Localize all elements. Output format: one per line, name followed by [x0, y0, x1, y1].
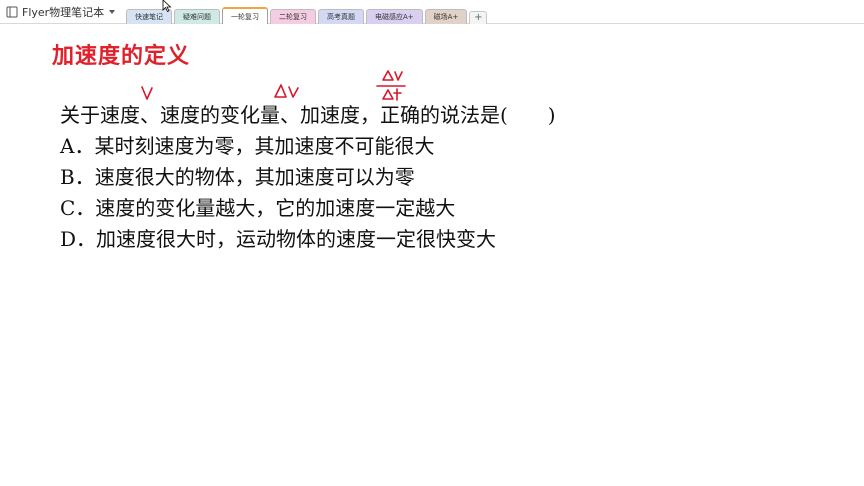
notebook-name: Flyer物理笔记本 — [22, 6, 105, 19]
tab-magnetic-field[interactable]: 磁场A+ — [424, 9, 468, 24]
tab-difficult-questions[interactable]: 疑难问题 — [174, 9, 220, 24]
question-stem: 关于速度、速度的变化量、加速度，正确的说法是( ) — [60, 103, 556, 127]
page-title: 加速度的定义 — [52, 44, 191, 69]
question-block: 关于速度、速度的变化量、加速度，正确的说法是( ) A．某时刻速度为零，其加速度… — [60, 100, 556, 255]
add-section-button[interactable]: + — [469, 11, 488, 24]
tab-second-review[interactable]: 二轮复习 — [270, 9, 316, 24]
ink-v-mark — [141, 86, 153, 100]
ink-delta-v-numerator — [382, 70, 403, 81]
option-d: D．加速度很大时，运动物体的速度一定很快变大 — [60, 227, 497, 251]
option-a: A．某时刻速度为零，其加速度不可能很大 — [60, 134, 435, 158]
mouse-cursor-icon — [162, 0, 172, 12]
option-b: B．速度很大的物体，其加速度可以为零 — [60, 165, 415, 189]
notebook-icon — [6, 6, 18, 18]
notebook-selector[interactable]: Flyer物理笔记本 — [6, 3, 116, 21]
tab-em-induction[interactable]: 电磁感应A+ — [366, 9, 423, 24]
notebook-topbar: Flyer物理笔记本 快速笔记 疑难问题 一轮复习 二轮复习 高考真题 电磁感应… — [0, 0, 864, 24]
tab-first-review[interactable]: 一轮复习 — [222, 7, 268, 24]
ink-delta-t-denominator — [382, 88, 402, 101]
chevron-down-icon — [109, 10, 116, 14]
ink-delta-v-mark — [274, 84, 299, 98]
option-c: C．速度的变化量越大，它的加速度一定越大 — [60, 196, 456, 220]
section-tabs: 快速笔记 疑难问题 一轮复习 二轮复习 高考真题 电磁感应A+ 磁场A+ + — [126, 7, 488, 24]
tab-exam-questions[interactable]: 高考真题 — [318, 9, 364, 24]
